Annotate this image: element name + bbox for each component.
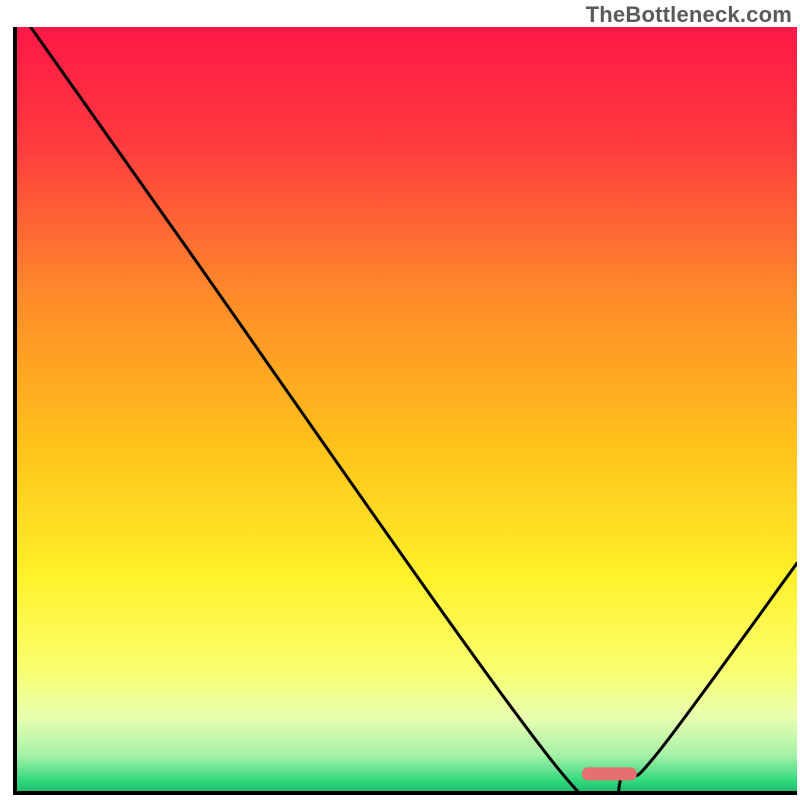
plot-area <box>15 27 797 800</box>
watermark-text: TheBottleneck.com <box>586 2 792 28</box>
chart-background <box>15 27 797 793</box>
bottleneck-chart <box>0 0 800 800</box>
optimal-balance-marker <box>582 767 637 780</box>
